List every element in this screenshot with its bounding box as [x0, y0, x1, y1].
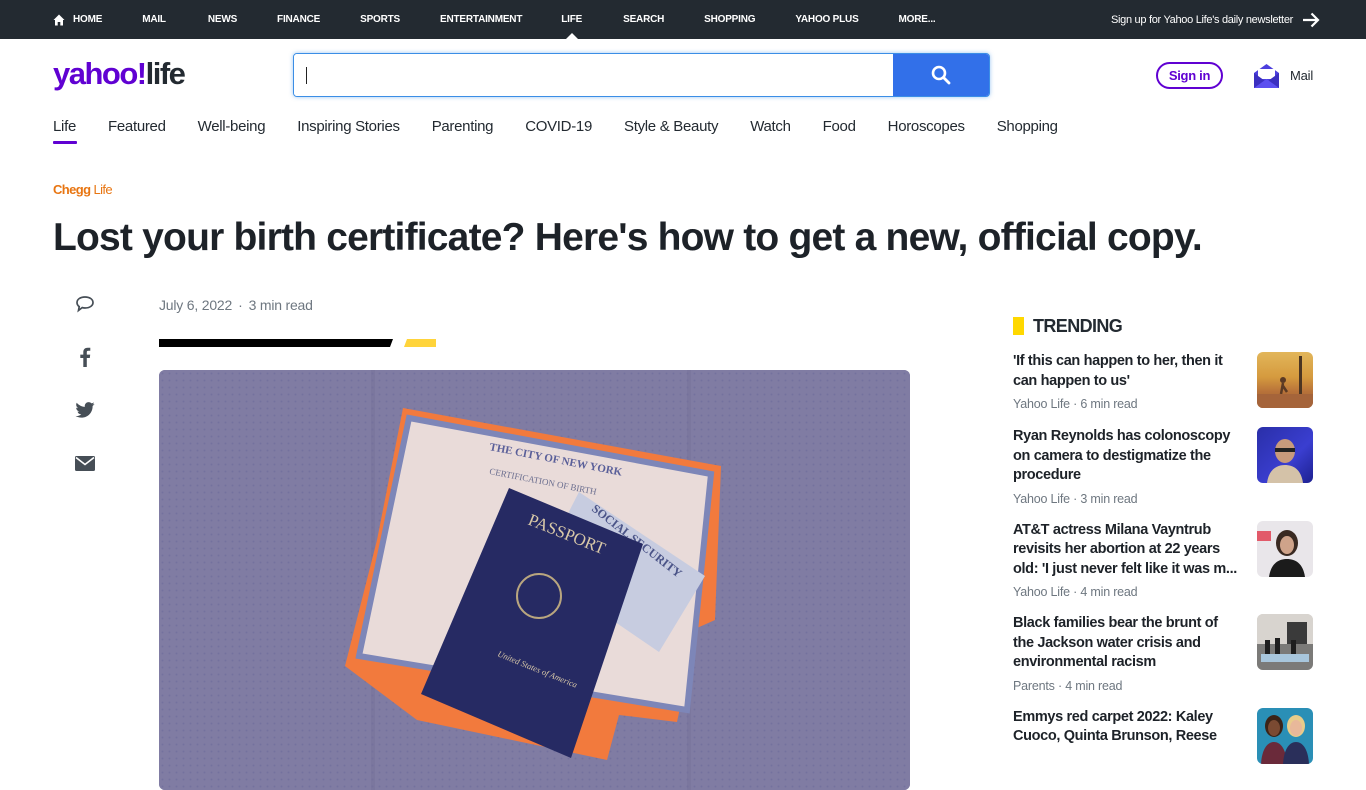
trending-item-thumbnail[interactable]: [1257, 520, 1313, 577]
subnav-parenting[interactable]: Parenting: [432, 114, 494, 142]
subnav-watch[interactable]: Watch: [750, 114, 791, 142]
trending-item[interactable]: Emmys red carpet 2022: Kaley Cuoco, Quin…: [1013, 707, 1313, 768]
article-headline: Lost your birth certificate? Here's how …: [53, 216, 1203, 259]
logo-brand: yahoo!: [53, 56, 147, 91]
trending-item-meta: Yahoo Life · 4 min read: [1013, 585, 1138, 599]
subnav-covid-19[interactable]: COVID-19: [525, 114, 592, 142]
trending-item[interactable]: Ryan Reynolds has colonoscopy on camera …: [1013, 427, 1313, 506]
trending-item[interactable]: Black families bear the brunt of the Jac…: [1013, 614, 1313, 693]
subnav-featured[interactable]: Featured: [108, 114, 166, 142]
newsletter-label: Sign up for Yahoo Life's daily newslette…: [1110, 13, 1293, 26]
trending-item-title[interactable]: Ryan Reynolds has colonoscopy on camera …: [1013, 427, 1239, 486]
top-nav: Home Mail News Finance Sports Entertainm…: [53, 0, 936, 39]
provider-name-thin: Life: [93, 182, 113, 197]
trending-item-source: Yahoo Life: [1013, 491, 1070, 506]
trending-sidebar: TRENDING 'If this can happen to her, the…: [1013, 314, 1313, 768]
topnav-life[interactable]: Life: [561, 0, 582, 39]
topnav-search[interactable]: Search: [623, 0, 664, 39]
trending-item-meta: Parents · 4 min read: [1013, 678, 1123, 693]
top-navigation-bar: Home Mail News Finance Sports Entertainm…: [0, 0, 1366, 39]
trending-item[interactable]: 'If this can happen to her, then it can …: [1013, 352, 1313, 412]
subnav-style-beauty[interactable]: Style & Beauty: [624, 114, 718, 142]
trending-item-thumbnail[interactable]: [1257, 352, 1313, 408]
milana-vayntrub-thumb: [1257, 529, 1305, 577]
topnav-news[interactable]: News: [208, 0, 237, 39]
facebook-icon: [80, 347, 91, 367]
share-email-button[interactable]: [73, 451, 97, 475]
search-icon: [931, 65, 951, 85]
arrow-right-icon: [1303, 12, 1320, 27]
subnav-inspiring-stories[interactable]: Inspiring Stories: [297, 114, 400, 142]
trending-item-title[interactable]: Emmys red carpet 2022: Kaley Cuoco, Quin…: [1013, 708, 1239, 747]
newsletter-signup-link[interactable]: Sign up for Yahoo Life's daily newslette…: [1111, 0, 1320, 39]
topnav-mail[interactable]: Mail: [142, 0, 166, 39]
divider-black-bar: [159, 339, 393, 347]
hero-illustration: THE CITY OF NEW YORK CERTIFICATION OF BI…: [159, 370, 910, 790]
search-bar: [293, 53, 990, 97]
share-facebook-button[interactable]: [73, 345, 97, 369]
trending-item-source: Yahoo Life: [1013, 585, 1070, 599]
trending-item[interactable]: AT&T actress Milana Vayntrub revisits he…: [1013, 520, 1313, 599]
read-time: 3 min read: [248, 297, 313, 313]
topnav-yahoo-plus[interactable]: Yahoo Plus: [795, 0, 858, 39]
mail-label: Mail: [1290, 67, 1314, 83]
jackson-water-thumb: [1257, 614, 1313, 670]
subnav-life[interactable]: Life: [53, 114, 77, 144]
subnav-horoscopes[interactable]: Horoscopes: [888, 114, 965, 142]
trending-item-thumbnail[interactable]: [1257, 614, 1313, 670]
emmys-red-carpet-thumb: [1261, 714, 1309, 764]
comments-button[interactable]: [73, 292, 97, 316]
home-icon: [53, 14, 65, 25]
sign-in-button[interactable]: Sign in: [1156, 62, 1223, 89]
mail-link[interactable]: Mail: [1254, 61, 1313, 89]
share-bar: [73, 292, 97, 504]
divider-yellow-bar: [404, 339, 436, 347]
trending-item-thumbnail[interactable]: [1257, 707, 1313, 764]
decorative-divider: [159, 339, 436, 347]
trending-item-source: Yahoo Life: [1013, 397, 1070, 411]
topnav-home-label: Home: [73, 14, 103, 25]
autumn-runner-thumb: [1257, 356, 1313, 408]
trending-item-source: Parents: [1013, 678, 1055, 693]
trending-item-title[interactable]: Black families bear the brunt of the Jac…: [1013, 614, 1239, 673]
article-hero-image[interactable]: THE CITY OF NEW YORK CERTIFICATION OF BI…: [159, 370, 910, 790]
section-nav: Life Featured Well-being Inspiring Stori…: [53, 114, 1090, 146]
twitter-icon: [75, 402, 95, 418]
subnav-food[interactable]: Food: [823, 114, 856, 142]
provider-name-bold: Chegg: [53, 182, 91, 197]
subnav-well-being[interactable]: Well-being: [198, 114, 266, 142]
content-provider-logo[interactable]: Chegg Life: [53, 182, 113, 197]
article-meta: July 6, 2022 · 3 min read: [159, 297, 313, 313]
topnav-home[interactable]: Home: [53, 0, 102, 39]
meta-separator: ·: [238, 297, 243, 313]
topnav-sports[interactable]: Sports: [360, 0, 400, 39]
search-input[interactable]: [294, 54, 893, 96]
ryan-reynolds-thumb: [1267, 439, 1303, 483]
trending-item-read-time: 3 min read: [1080, 491, 1138, 506]
search-button[interactable]: [893, 54, 989, 96]
trending-item-meta: Yahoo Life · 3 min read: [1013, 491, 1138, 506]
trending-title: TRENDING: [1033, 315, 1123, 336]
share-twitter-button[interactable]: [73, 398, 97, 422]
trending-item-read-time: 4 min read: [1065, 678, 1123, 693]
trending-header: TRENDING: [1013, 314, 1313, 338]
comment-icon: [76, 296, 94, 313]
trending-item-title[interactable]: 'If this can happen to her, then it can …: [1013, 352, 1239, 391]
topnav-more[interactable]: More...: [899, 0, 936, 39]
trending-item-title[interactable]: AT&T actress Milana Vayntrub revisits he…: [1013, 521, 1239, 580]
subnav-shopping[interactable]: Shopping: [997, 114, 1058, 142]
mail-envelope-icon: [1254, 64, 1279, 88]
trending-item-thumbnail[interactable]: [1257, 427, 1313, 483]
publish-date: July 6, 2022: [159, 297, 233, 313]
trending-accent-bar: [1013, 317, 1024, 335]
trending-item-read-time: 4 min read: [1080, 585, 1138, 599]
yahoo-life-logo[interactable]: yahoo! life: [53, 56, 186, 94]
topnav-shopping[interactable]: Shopping: [704, 0, 755, 39]
email-icon: [75, 455, 95, 471]
trending-item-read-time: 6 min read: [1080, 397, 1138, 411]
topnav-entertainment[interactable]: Entertainment: [440, 0, 522, 39]
text-cursor: [306, 67, 307, 84]
topnav-finance[interactable]: Finance: [277, 0, 320, 39]
logo-section: life: [145, 56, 186, 91]
